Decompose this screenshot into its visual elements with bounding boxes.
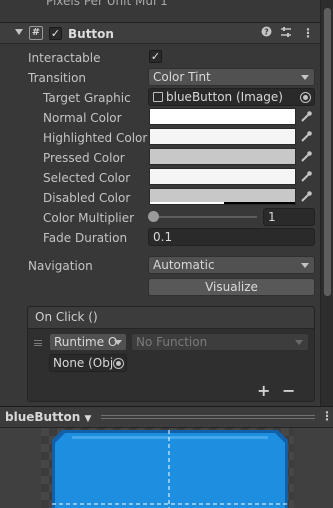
transition-value: Color Tint xyxy=(153,70,211,84)
chevron-down-icon xyxy=(301,75,309,80)
eyedropper-icon[interactable] xyxy=(299,170,313,184)
disabled-color-swatch[interactable] xyxy=(149,188,296,205)
target-graphic-label: Target Graphic xyxy=(43,91,131,105)
component-title: Button xyxy=(68,27,114,41)
scrollbar-thumb[interactable] xyxy=(324,8,331,296)
interactable-label: Interactable xyxy=(28,51,101,65)
eyedropper-icon[interactable] xyxy=(299,110,313,124)
add-event-button[interactable]: + xyxy=(257,381,270,400)
pressed-color-label: Pressed Color xyxy=(43,151,125,165)
eyedropper-icon[interactable] xyxy=(299,190,313,204)
navigation-label: Navigation xyxy=(28,259,93,273)
fade-duration-field[interactable]: 0.1 xyxy=(148,228,315,246)
color-multiplier-field[interactable]: 1 xyxy=(263,208,315,226)
color-multiplier-label: Color Multiplier xyxy=(43,211,135,225)
color-multiplier-slider-track[interactable] xyxy=(153,216,257,218)
navigation-dropdown[interactable]: Automatic xyxy=(148,256,315,274)
normal-color-swatch[interactable] xyxy=(149,108,296,125)
object-field[interactable]: None (Obj xyxy=(49,354,127,372)
eyedropper-icon[interactable] xyxy=(299,150,313,164)
on-click-event-list: On Click () Runtime O No Function None (… xyxy=(27,306,315,402)
preview-menu-icon[interactable]: ⋮ xyxy=(321,409,333,423)
eyedropper-icon[interactable] xyxy=(299,130,313,144)
alpha-bar-white xyxy=(150,202,224,204)
object-value: None (Obj xyxy=(53,356,114,370)
function-dropdown[interactable]: No Function xyxy=(131,333,309,351)
preview-drag-bar[interactable] xyxy=(101,415,315,416)
pixels-per-unit-label: Pixels Per Unit Mul 1 xyxy=(46,0,168,8)
chevron-down-icon xyxy=(114,340,122,345)
transition-dropdown[interactable]: Color Tint xyxy=(148,68,315,86)
presets-icon[interactable] xyxy=(280,26,292,41)
script-hash-icon: # xyxy=(29,26,43,40)
function-value: No Function xyxy=(136,335,208,349)
button-component-header[interactable]: # ✓ Button ? ⋮ xyxy=(0,22,320,44)
color-multiplier-slider-knob[interactable] xyxy=(148,211,159,222)
normal-color-label: Normal Color xyxy=(43,111,122,125)
runtime-dropdown[interactable]: Runtime O xyxy=(49,333,127,351)
object-picker-icon[interactable] xyxy=(300,92,311,103)
on-click-title: On Click () xyxy=(35,310,98,324)
object-picker-icon[interactable] xyxy=(113,358,124,369)
preview-drag-bar-2[interactable] xyxy=(101,418,315,419)
runtime-value: Runtime O xyxy=(54,335,118,349)
on-click-header: On Click () xyxy=(28,307,314,329)
component-enabled-checkbox[interactable]: ✓ xyxy=(49,27,62,40)
remove-event-button[interactable]: − xyxy=(282,381,295,400)
drag-handle-icon[interactable] xyxy=(34,340,42,346)
chevron-down-icon xyxy=(295,340,303,345)
highlighted-color-swatch[interactable] xyxy=(149,128,296,145)
pressed-color-swatch[interactable] xyxy=(149,148,296,165)
blue-button-sprite xyxy=(52,430,288,508)
svg-text:?: ? xyxy=(264,28,269,37)
target-graphic-field[interactable]: blueButton (Image) xyxy=(148,88,315,106)
foldout-arrow-icon[interactable] xyxy=(15,29,23,35)
visualize-button[interactable]: Visualize xyxy=(148,278,315,296)
pixels-per-unit-row: Pixels Per Unit Mul 1 xyxy=(0,0,320,22)
disabled-color-label: Disabled Color xyxy=(43,191,131,205)
highlighted-color-label: Highlighted Color xyxy=(43,131,148,145)
selected-color-swatch[interactable] xyxy=(149,168,296,185)
transition-label: Transition xyxy=(28,71,87,85)
help-icon[interactable]: ? xyxy=(261,26,272,40)
inspector-scrollbar[interactable] xyxy=(320,0,333,406)
target-graphic-value: blueButton (Image) xyxy=(166,90,283,104)
chevron-down-icon xyxy=(301,263,309,268)
preview-toolbar: blueButton ▼ ⋮ xyxy=(0,407,333,428)
selected-color-label: Selected Color xyxy=(43,171,131,185)
context-menu-icon[interactable]: ⋮ xyxy=(302,26,314,40)
preview-title-dropdown[interactable]: blueButton ▼ xyxy=(5,410,91,424)
alpha-bar-black xyxy=(224,202,295,204)
navigation-value: Automatic xyxy=(153,258,215,272)
image-icon xyxy=(153,92,163,102)
fade-duration-label: Fade Duration xyxy=(43,231,128,245)
interactable-checkbox[interactable]: ✓ xyxy=(149,50,162,63)
